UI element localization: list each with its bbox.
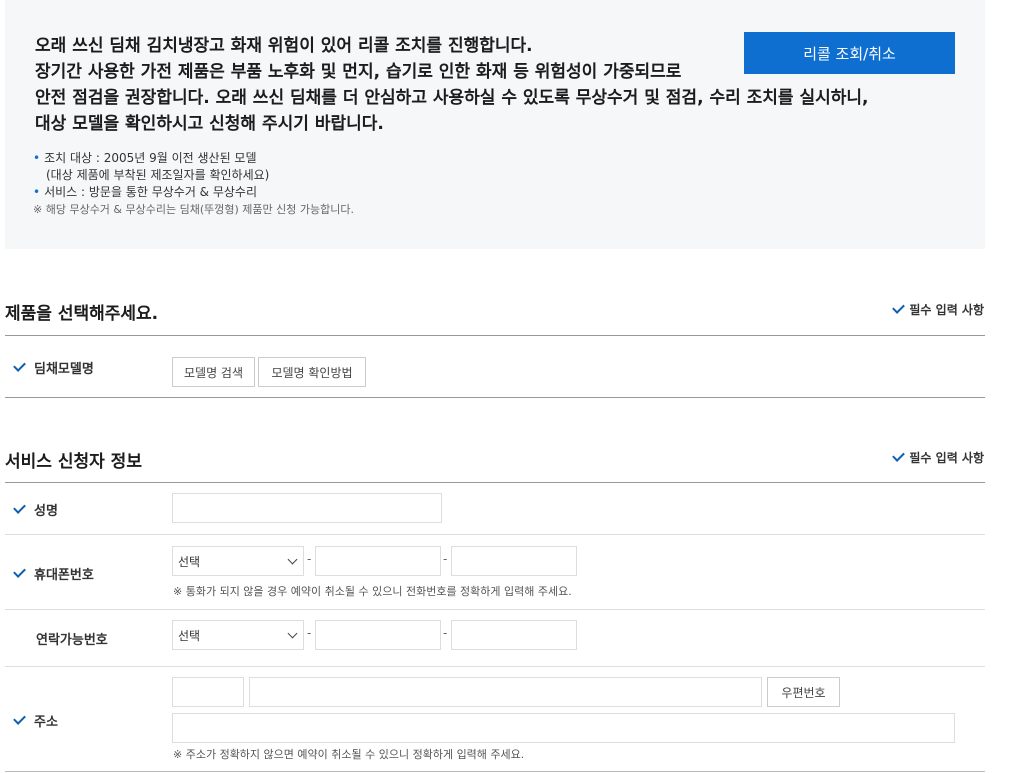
- chevron-down-icon: [287, 628, 298, 639]
- recall-notice-box: 오래 쓰신 딤채 김치냉장고 화재 위험이 있어 리콜 조치를 진행합니다. 장…: [5, 0, 985, 249]
- notice-note: ※ 해당 무상수거 & 무상수리는 딤채(뚜껑형) 제품만 신청 가능합니다.: [33, 203, 354, 216]
- mobile-select-value: 선택: [178, 554, 201, 569]
- required-label: 필수 입력 사항: [909, 303, 984, 317]
- mobile-row-label: 휴대폰번호: [13, 564, 94, 583]
- separator: -: [443, 626, 448, 640]
- address-hint: ※ 주소가 정확하지 않으면 예약이 취소될 수 있으니 정확하게 입력해 주세…: [173, 748, 525, 761]
- required-indicator: 필수 입력 사항: [892, 449, 984, 466]
- mobile-label: 휴대폰번호: [34, 568, 94, 583]
- contact-prefix-select[interactable]: 선택: [172, 620, 304, 650]
- row-divider: [5, 666, 985, 667]
- separator: -: [443, 552, 448, 566]
- postcode-input[interactable]: [172, 677, 244, 707]
- check-icon: [13, 359, 26, 372]
- divider: [5, 397, 985, 398]
- target-sub-text: (대상 제품에 부착된 제조일자를 확인하세요): [46, 168, 270, 182]
- required-label: 필수 입력 사항: [909, 451, 984, 465]
- model-search-button[interactable]: 모델명 검색: [172, 357, 255, 387]
- check-icon: [13, 501, 26, 514]
- contact-select-value: 선택: [178, 628, 201, 643]
- name-label: 성명: [34, 504, 58, 519]
- recall-lookup-cancel-button[interactable]: 리콜 조회/취소: [744, 32, 955, 74]
- model-label: 딤채모델명: [34, 362, 94, 377]
- check-icon: [13, 712, 26, 725]
- address-detail-input[interactable]: [172, 713, 955, 743]
- model-howto-button[interactable]: 모델명 확인방법: [258, 357, 366, 387]
- divider: [5, 771, 985, 772]
- notice-line: 안전 점검을 권장합니다. 오래 쓰신 딤채를 더 안심하고 사용하실 수 있도…: [35, 88, 869, 108]
- service-text: 서비스 : 방문을 통한 무상수거 & 무상수리: [44, 185, 258, 199]
- divider: [5, 335, 985, 336]
- address-label: 주소: [34, 715, 58, 730]
- notice-line: 대상 모델을 확인하시고 신청해 주시기 바랍니다.: [35, 114, 384, 134]
- name-row-label: 성명: [13, 500, 58, 519]
- target-text: 조치 대상 : 2005년 9월 이전 생산된 모델: [44, 151, 257, 165]
- separator: -: [307, 626, 312, 640]
- contact-middle-input[interactable]: [315, 620, 441, 650]
- chevron-down-icon: [287, 554, 298, 565]
- mobile-hint: ※ 통화가 되지 않을 경우 예약이 취소될 수 있으니 전화번호를 정확하게 …: [173, 585, 572, 598]
- divider: [5, 482, 985, 483]
- notice-details: • 조치 대상 : 2005년 9월 이전 생산된 모델 (대상 제품에 부착된 …: [33, 150, 354, 218]
- postcode-search-button[interactable]: 우편번호: [767, 677, 840, 707]
- bullet-icon: •: [33, 151, 41, 165]
- address-input[interactable]: [249, 677, 762, 707]
- mobile-prefix-select[interactable]: 선택: [172, 546, 304, 576]
- name-input[interactable]: [172, 493, 442, 523]
- applicant-section-title: 서비스 신청자 정보: [5, 452, 142, 472]
- contact-last-input[interactable]: [451, 620, 577, 650]
- check-icon: [892, 449, 906, 462]
- contact-row-label: 연락가능번호: [14, 629, 108, 648]
- mobile-last-input[interactable]: [451, 546, 577, 576]
- address-row-label: 주소: [13, 711, 58, 730]
- bullet-icon: •: [33, 185, 41, 199]
- row-divider: [5, 534, 985, 535]
- model-row-label: 딤채모델명: [13, 358, 94, 377]
- separator: -: [307, 552, 312, 566]
- mobile-middle-input[interactable]: [315, 546, 441, 576]
- required-indicator: 필수 입력 사항: [892, 301, 984, 318]
- row-divider: [5, 609, 985, 610]
- product-section-title: 제품을 선택해주세요.: [5, 304, 159, 324]
- check-icon: [13, 565, 26, 578]
- check-icon: [892, 301, 906, 314]
- contact-label: 연락가능번호: [36, 633, 108, 648]
